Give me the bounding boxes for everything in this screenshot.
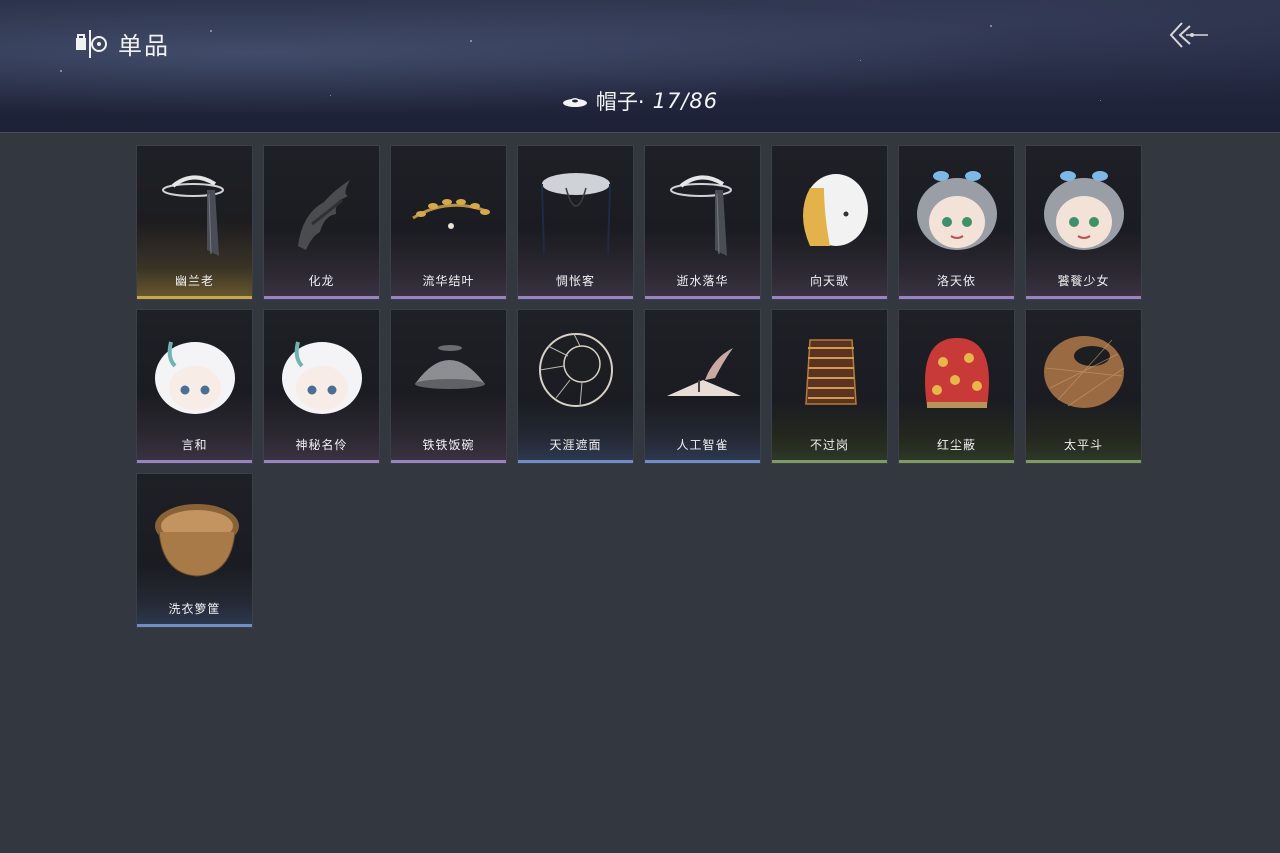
item-name: 饕餮少女 — [1057, 274, 1110, 288]
laundry-basket-icon — [145, 482, 246, 594]
chibi-head-icon — [1034, 154, 1135, 266]
frame-hat-icon — [526, 318, 627, 430]
item-name: 向天歌 — [809, 274, 849, 288]
rarity-bar — [137, 460, 252, 463]
rarity-bar — [518, 296, 633, 299]
item-card[interactable]: 天涯遮面 — [517, 309, 634, 464]
rarity-bar — [1026, 460, 1141, 463]
veiled-headpiece-icon — [145, 154, 246, 266]
item-name: 言和 — [181, 438, 208, 452]
bird-hat-icon — [653, 318, 754, 430]
goose-hat-icon — [780, 154, 881, 266]
page-header: 单品 — [74, 26, 170, 61]
item-name: 红尘蔽 — [936, 438, 976, 452]
item-card[interactable]: 流华结叶 — [390, 145, 507, 300]
item-card[interactable]: 饕餮少女 — [1025, 145, 1142, 300]
rarity-bar — [264, 460, 379, 463]
stacked-bowls-icon — [780, 318, 881, 430]
item-card[interactable]: 神秘名伶 — [263, 309, 380, 464]
item-name: 化龙 — [308, 274, 335, 288]
laurel-wreath-icon — [399, 154, 500, 266]
item-name: 逝水落华 — [676, 274, 729, 288]
iron-bowl-icon — [399, 318, 500, 430]
rarity-bar — [899, 296, 1014, 299]
dragon-crown-icon — [272, 154, 373, 266]
back-button[interactable] — [1166, 18, 1212, 52]
rarity-bar — [391, 296, 506, 299]
item-name: 神秘名伶 — [295, 438, 348, 452]
woven-hat-icon — [1034, 318, 1135, 430]
chibi-head-white-icon — [145, 318, 246, 430]
category-count: 17/86 — [652, 89, 719, 113]
rarity-bar — [645, 460, 760, 463]
item-card[interactable]: 惆怅客 — [517, 145, 634, 300]
rarity-bar — [772, 460, 887, 463]
rarity-bar — [391, 460, 506, 463]
rarity-bar — [645, 296, 760, 299]
item-card[interactable]: 太平斗 — [1025, 309, 1142, 464]
chibi-head-icon — [907, 154, 1008, 266]
item-name: 幽兰老 — [174, 274, 214, 288]
veiled-headpiece-icon — [653, 154, 754, 266]
item-card[interactable]: 向天歌 — [771, 145, 888, 300]
item-name: 不过岗 — [809, 438, 849, 452]
item-card[interactable]: 铁铁饭碗 — [390, 309, 507, 464]
rarity-bar — [137, 296, 252, 299]
rarity-bar — [899, 460, 1014, 463]
rarity-bar — [137, 624, 252, 627]
item-card[interactable]: 红尘蔽 — [898, 309, 1015, 464]
item-name: 人工智雀 — [676, 438, 729, 452]
item-name: 洗衣箩筐 — [168, 602, 221, 616]
wardrobe-icon — [74, 28, 108, 60]
item-name: 天涯遮面 — [549, 438, 602, 452]
item-card[interactable]: 幽兰老 — [136, 145, 253, 300]
item-card[interactable]: 逝水落华 — [644, 145, 761, 300]
category-label: 帽子· — [595, 90, 645, 114]
item-name: 流华结叶 — [422, 274, 475, 288]
item-card[interactable]: 言和 — [136, 309, 253, 464]
item-card[interactable]: 洛天依 — [898, 145, 1015, 300]
rarity-bar — [264, 296, 379, 299]
category-counter: 帽子· 17/86 — [0, 86, 1280, 116]
item-card[interactable]: 不过岗 — [771, 309, 888, 464]
back-arrow-icon — [1169, 22, 1208, 48]
item-card[interactable]: 人工智雀 — [644, 309, 761, 464]
item-card[interactable]: 化龙 — [263, 145, 380, 300]
header-banner: 单品 帽子· 17/86 — [0, 0, 1280, 133]
veiled-bamboo-hat-icon — [526, 154, 627, 266]
rarity-bar — [518, 460, 633, 463]
item-name: 铁铁饭碗 — [422, 438, 475, 452]
item-name: 太平斗 — [1063, 438, 1103, 452]
item-name: 惆怅客 — [555, 274, 595, 288]
rarity-bar — [772, 296, 887, 299]
chibi-head-white-icon — [272, 318, 373, 430]
item-card[interactable]: 洗衣箩筐 — [136, 473, 253, 628]
page-title: 单品 — [118, 32, 170, 60]
red-hood-icon — [907, 318, 1008, 430]
hat-category-icon — [562, 98, 587, 107]
rarity-bar — [1026, 296, 1141, 299]
item-name: 洛天依 — [936, 274, 976, 288]
